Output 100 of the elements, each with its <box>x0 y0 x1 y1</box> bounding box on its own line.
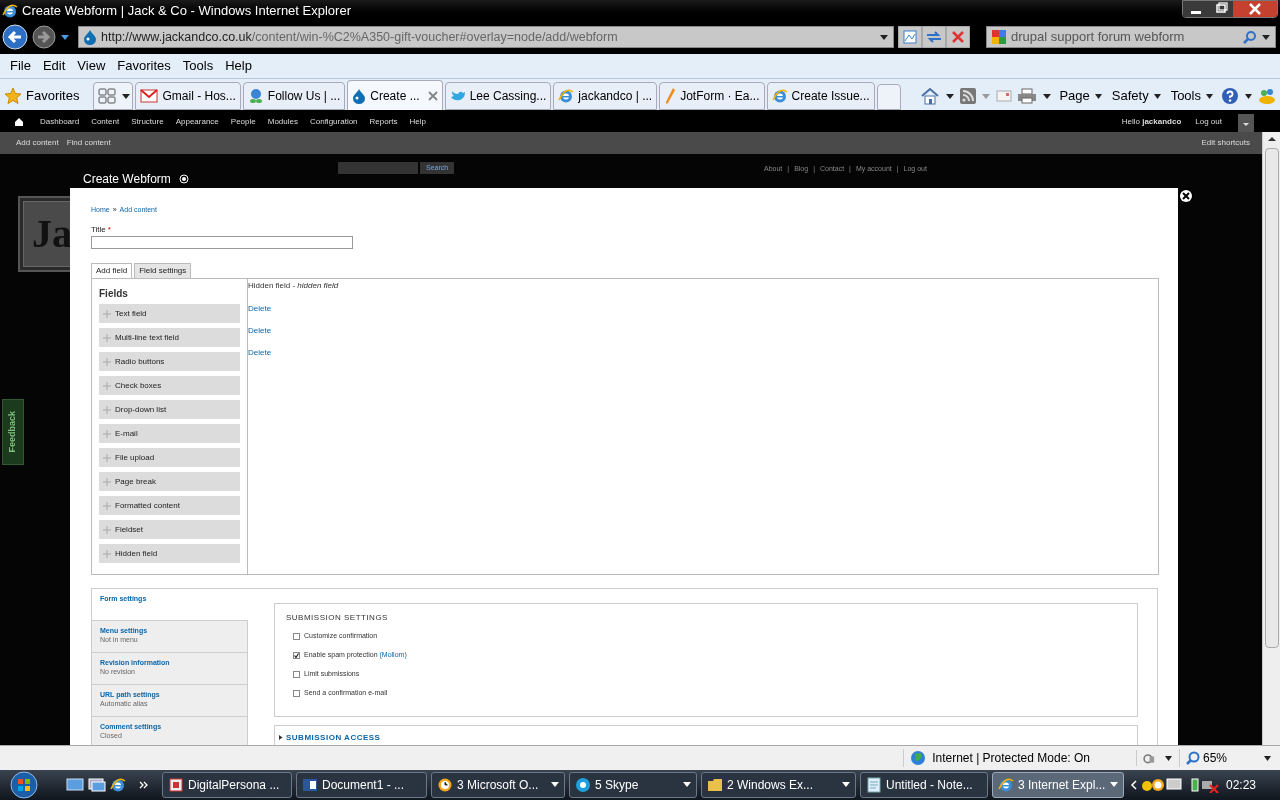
toolbar-link[interactable]: Help <box>403 116 433 128</box>
browser-tab[interactable]: Gmail - Hos... <box>135 82 241 110</box>
favorites-button[interactable]: Favorites <box>26 86 80 106</box>
toolbar-link[interactable]: Appearance <box>169 116 225 128</box>
toolbar-link[interactable]: Dashboard <box>34 116 86 128</box>
delete-link[interactable]: Delete <box>248 303 1158 314</box>
shortcut-star-icon[interactable] <box>178 174 189 184</box>
menu-item[interactable]: Edit <box>36 56 72 76</box>
browser-tab[interactable]: Follow Us | ... <box>242 82 346 110</box>
tray-status-icon[interactable] <box>1190 777 1222 793</box>
menu-item[interactable]: File <box>4 56 37 76</box>
command-menu-button[interactable]: Safety <box>1109 86 1164 106</box>
taskbar-button[interactable]: 5 Skype <box>569 772 697 798</box>
menu-item[interactable]: View <box>71 56 112 76</box>
field-type-item[interactable]: Formatted content <box>99 496 240 515</box>
stop-icon[interactable] <box>946 26 970 48</box>
menu-item[interactable]: Favorites <box>111 56 177 76</box>
toolbar-link[interactable]: People <box>224 116 262 128</box>
field-type-item[interactable]: File upload <box>99 448 240 467</box>
menu-item[interactable]: Tools <box>176 56 220 76</box>
caret-icon[interactable] <box>1042 92 1053 100</box>
checkbox[interactable] <box>293 689 300 697</box>
ie-logo-icon[interactable] <box>110 777 126 793</box>
scrollbar[interactable] <box>1262 132 1280 745</box>
minimize-icon[interactable] <box>1183 1 1209 17</box>
dropdown-caret-icon[interactable] <box>1261 33 1271 41</box>
toolbar-link[interactable]: Reports <box>363 116 404 128</box>
feedback-tab[interactable]: Feedback <box>2 399 24 465</box>
form-tab[interactable]: Add field <box>91 263 133 278</box>
search-field[interactable]: drupal support forum webform <box>986 26 1276 48</box>
field-type-item[interactable]: Check boxes <box>99 376 240 395</box>
toggle-shortcuts-icon[interactable] <box>1238 114 1254 132</box>
caret-icon[interactable] <box>1164 754 1173 762</box>
shortcut-link[interactable]: Add content <box>12 137 63 149</box>
taskbar-button[interactable]: Document1 - ... <box>296 772 427 798</box>
toolbar-link[interactable]: Modules <box>261 116 304 128</box>
checkbox[interactable] <box>293 632 300 640</box>
delete-link[interactable]: Delete <box>248 347 1158 358</box>
field-type-item[interactable]: Text field <box>99 304 240 323</box>
taskbar-button[interactable]: DigitalPersona ... <box>162 772 292 798</box>
mail-icon[interactable] <box>996 90 1013 102</box>
site-search-field[interactable] <box>338 162 418 174</box>
caret-icon[interactable] <box>1263 754 1272 762</box>
field-type-item[interactable]: Multi-line text field <box>99 328 240 347</box>
maximize-icon[interactable] <box>1209 1 1233 17</box>
field-type-item[interactable]: Fieldset <box>99 520 240 539</box>
caret-icon[interactable] <box>60 33 70 41</box>
forward-icon[interactable] <box>32 25 56 49</box>
people-icon[interactable] <box>1258 88 1276 104</box>
bird-icon <box>449 89 466 103</box>
taskbar-button[interactable]: 3 Internet Expl... <box>992 772 1124 798</box>
shortcut-link[interactable]: Find content <box>62 137 115 149</box>
toolbar-link[interactable]: Configuration <box>303 116 364 128</box>
taskbar-button[interactable]: Untitled - Note... <box>860 772 988 798</box>
form-tab[interactable]: Field settings <box>134 263 192 278</box>
logout-link[interactable]: Log out <box>1195 116 1222 128</box>
caret-icon[interactable] <box>945 92 956 100</box>
window-switch-icon[interactable] <box>88 778 106 792</box>
compatibility-view-icon[interactable] <box>898 26 922 48</box>
browser-tab[interactable]: jackandco | ... <box>553 82 658 110</box>
toolbar-link[interactable]: Structure <box>125 116 170 128</box>
dropdown-caret-icon[interactable] <box>879 33 889 41</box>
help-icon[interactable] <box>1221 87 1239 105</box>
scrollbar-thumb[interactable] <box>1264 148 1279 648</box>
edit-shortcuts-link[interactable]: Edit shortcuts <box>1201 137 1250 149</box>
browser-tab[interactable]: Create ... <box>347 80 443 110</box>
title-field[interactable] <box>91 236 353 249</box>
close-tab-icon[interactable] <box>427 90 438 101</box>
checkbox[interactable] <box>293 651 300 659</box>
zoom-button[interactable]: 65% <box>1179 749 1257 767</box>
command-menu-button[interactable]: Tools <box>1168 86 1216 106</box>
printer-icon[interactable] <box>1017 88 1038 104</box>
back-icon[interactable] <box>2 24 28 50</box>
browser-tab[interactable]: JotForm · Ea... <box>659 82 765 110</box>
tray-expand-icon[interactable] <box>1130 780 1138 790</box>
checkbox[interactable] <box>293 670 300 678</box>
field-type-item[interactable]: E-mail <box>99 424 240 443</box>
field-type-item[interactable]: Drop-down list <box>99 400 240 419</box>
tab-list-caret-icon[interactable] <box>120 92 133 100</box>
taskbar-button[interactable]: 2 Windows Ex... <box>701 772 856 798</box>
delete-link[interactable]: Delete <box>248 325 1158 336</box>
taskbar-button[interactable]: 3 Microsoft O... <box>431 772 565 798</box>
toolbar-link[interactable]: Content <box>85 116 126 128</box>
address-field[interactable]: http://www.jackandco.co.uk/content/win-%C2%A350-gift-voucher#overlay=node/add/webform <box>78 26 894 48</box>
refresh-icon[interactable] <box>922 26 946 48</box>
feed-icon[interactable] <box>960 88 977 104</box>
field-type-item[interactable]: Radio buttons <box>99 352 240 371</box>
home-icon[interactable] <box>14 117 24 127</box>
overlay-close-icon[interactable] <box>1178 188 1194 204</box>
more-chevron-icon[interactable] <box>138 779 150 791</box>
command-menu-button[interactable]: Page <box>1057 86 1105 106</box>
close-icon[interactable] <box>1233 1 1277 17</box>
menu-item[interactable]: Help <box>219 56 258 76</box>
field-type-item[interactable]: Hidden field <box>99 544 240 563</box>
field-preview-text: Hidden field - hidden field <box>248 280 340 292</box>
browser-tab[interactable]: Create Issue... <box>766 82 875 110</box>
caret-icon[interactable] <box>1244 92 1253 100</box>
show-desktop-icon[interactable] <box>66 778 84 792</box>
browser-tab[interactable]: Lee Cassing... <box>444 82 552 110</box>
field-type-item[interactable]: Page break <box>99 472 240 491</box>
